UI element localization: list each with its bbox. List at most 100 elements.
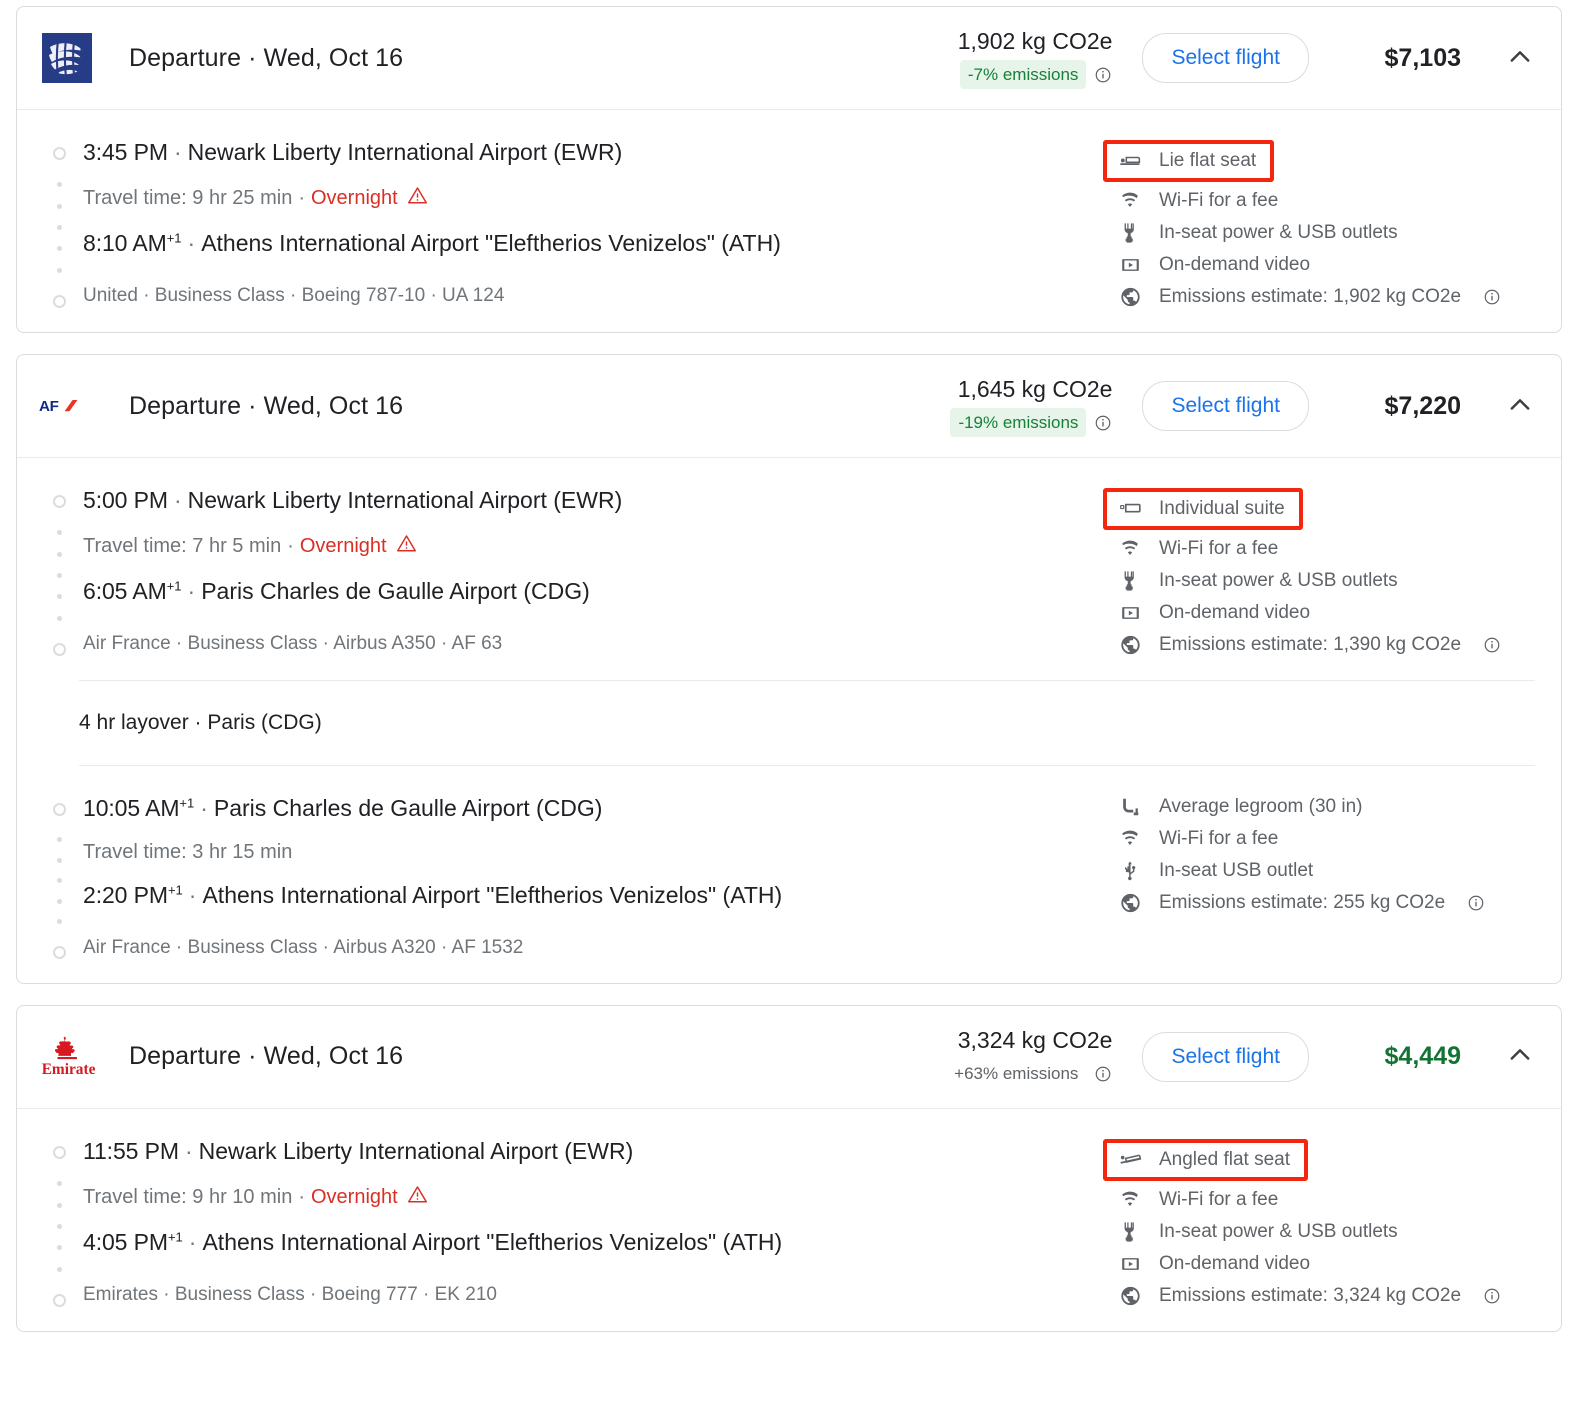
departure-time: 3:45 PM <box>83 139 168 165</box>
timeline-destination-dot <box>52 295 66 308</box>
amenity-label: Wi-Fi for a fee <box>1159 538 1279 559</box>
timeline-connector <box>56 508 62 643</box>
flight-price: $4,449 <box>1384 1042 1461 1071</box>
timeline-dot <box>56 551 62 557</box>
flight-leg: 5:00 PM · Newark Liberty International Air… <box>17 458 1561 680</box>
flight-leg: 11:55 PM · Newark Liberty International Ai… <box>17 1109 1561 1331</box>
emissions-info-icon[interactable] <box>1094 1065 1112 1083</box>
wifi-icon <box>1117 538 1143 560</box>
arrival-time: 4:05 PM <box>83 1229 168 1256</box>
travel-time: Travel time: 3 hr 15 min <box>83 841 293 864</box>
flight-card-header[interactable]: AF Departure · Wed, Oct 16 1,645 kg CO2e -1… <box>17 355 1561 458</box>
amenity-label: Emissions estimate: 1,902 kg CO2e <box>1159 286 1462 307</box>
timeline-dot <box>56 224 62 230</box>
row-separator: · <box>187 578 196 605</box>
select-flight-button[interactable]: Select flight <box>1142 33 1309 83</box>
emissions-summary: 3,324 kg CO2e +63% emissions <box>954 1026 1112 1089</box>
amenity-label: Wi-Fi for a fee <box>1159 1188 1279 1210</box>
flight-card: Departure · Wed, Oct 16 1,902 kg CO2e -7% … <box>16 6 1562 333</box>
emissions-summary: 1,645 kg CO2e -19% emissions <box>950 375 1112 438</box>
departure-title: Departure · Wed, Oct 16 <box>129 391 404 420</box>
amenity-label: Emissions estimate: 255 kg CO2e <box>1159 892 1446 913</box>
collapse-flight-button[interactable] <box>1505 1042 1535 1072</box>
timeline-origin-dot <box>52 803 66 816</box>
video-icon <box>1117 602 1143 624</box>
amenity-label: Emissions estimate: 3,324 kg CO2e <box>1159 1284 1462 1306</box>
amenity-item: On-demand video <box>1117 1253 1535 1275</box>
amenity-info-icon[interactable] <box>1467 894 1485 912</box>
emissions-detail-row: -19% emissions <box>950 408 1112 438</box>
flight-card-header[interactable]: Departure · Wed, Oct 16 1,902 kg CO2e -7% … <box>17 7 1561 110</box>
timeline-dot <box>56 898 62 904</box>
amenity-item: Individual suite <box>1103 488 1303 530</box>
arrival-row: 2:20 PM+1 · Athens International Airport "… <box>83 881 1105 910</box>
travel-time-row: Travel time: 3 hr 15 min <box>83 841 1105 864</box>
row-separator: · <box>200 795 208 821</box>
amenity-info-icon[interactable] <box>1483 636 1501 654</box>
timeline-connector <box>56 1159 62 1294</box>
row-separator: · <box>188 1229 197 1256</box>
arrival-row: 4:05 PM+1 · Athens International Airport "… <box>83 1228 1105 1257</box>
arrival-airport: Athens International Airport "Eleftherio… <box>202 1229 783 1256</box>
departure-time: 10:05 AM <box>83 795 180 821</box>
video-icon <box>1117 1253 1143 1275</box>
arrival-time: 6:05 AM <box>83 578 167 605</box>
amenity-label: Wi-Fi for a fee <box>1159 190 1279 211</box>
emissions-info-icon[interactable] <box>1094 414 1112 432</box>
overnight-warning: Overnight <box>311 185 428 212</box>
operator-details: United · Business Class · Boeing 787-10 … <box>83 284 505 306</box>
emissions-percent-badge: -19% emissions <box>950 408 1087 438</box>
timeline-connector <box>56 160 62 295</box>
leg-itinerary: 3:45 PM · Newark Liberty International Air… <box>39 138 1105 308</box>
amenity-item: Wi-Fi for a fee <box>1117 538 1535 560</box>
amenity-item: In-seat power & USB outlets <box>1117 222 1535 244</box>
angled-flat-seat-icon <box>1117 1149 1143 1171</box>
timeline-dot <box>56 267 62 273</box>
leg-amenities: Angled flat seat Wi-Fi for a fee In-seat p… <box>1103 1137 1535 1307</box>
flight-price: $7,220 <box>1384 391 1461 420</box>
select-flight-button[interactable]: Select flight <box>1142 381 1309 431</box>
flight-card-header[interactable]: Emirates Departure · Wed, Oct 16 3,324 kg … <box>17 1006 1561 1109</box>
timeline-dot <box>56 530 62 536</box>
leg-timeline <box>39 794 79 959</box>
leg-itinerary: 10:05 AM+1 · Paris Charles de Gaulle Airpo… <box>39 794 1105 959</box>
select-flight-button[interactable]: Select flight <box>1142 1031 1309 1082</box>
svg-text:Emirates: Emirates <box>42 1061 95 1078</box>
amenity-item: In-seat power & USB outlets <box>1117 1221 1535 1243</box>
leg-timeline <box>39 486 79 656</box>
timeline-origin-dot <box>52 147 66 160</box>
arrival-airport: Athens International Airport "Eleftherio… <box>202 882 783 909</box>
emissions-percent-badge: -7% emissions <box>959 60 1087 90</box>
emissions-globe-icon <box>1117 286 1143 308</box>
wifi-icon <box>1117 190 1143 212</box>
leg-amenities: Average legroom (30 in) Wi-Fi for a fee In… <box>1105 794 1535 959</box>
amenity-label: Emissions estimate: 1,390 kg CO2e <box>1159 634 1462 655</box>
leg-details: 11:55 PM · Newark Liberty International Ai… <box>79 1137 1105 1307</box>
flight-price: $7,103 <box>1384 43 1461 72</box>
amenity-item: Emissions estimate: 255 kg CO2e <box>1117 892 1535 914</box>
collapse-flight-button[interactable] <box>1505 391 1535 421</box>
timeline-dot <box>56 1266 62 1272</box>
arrival-day-offset: +1 <box>166 578 182 594</box>
amenity-info-icon[interactable] <box>1483 1287 1501 1305</box>
amenity-item: In-seat USB outlet <box>1117 860 1535 882</box>
row-separator: · <box>188 882 197 909</box>
amenity-label: Wi-Fi for a fee <box>1159 828 1279 849</box>
warning-triangle-icon <box>396 533 417 560</box>
emissions-detail-row: -7% emissions <box>959 60 1113 90</box>
collapse-flight-button[interactable] <box>1505 43 1535 73</box>
timeline-destination-dot <box>52 643 66 656</box>
travel-time-row: Travel time: 9 hr 25 min · Overnight <box>83 185 1105 212</box>
arrival-time: 2:20 PM <box>83 882 168 909</box>
emissions-total: 1,645 kg CO2e <box>957 375 1113 402</box>
amenity-label: In-seat power & USB outlets <box>1159 1220 1398 1242</box>
amenity-info-icon[interactable] <box>1483 288 1501 306</box>
row-separator: · <box>173 487 182 513</box>
emirates-logo: Emirates <box>39 1029 95 1085</box>
emissions-info-icon[interactable] <box>1094 66 1112 84</box>
chevron-up-icon <box>1506 391 1534 422</box>
leg-details: 10:05 AM+1 · Paris Charles de Gaulle Airpo… <box>79 794 1105 959</box>
timeline-origin-dot <box>52 1145 66 1159</box>
amenity-item: Average legroom (30 in) <box>1117 796 1535 818</box>
departure-time: 11:55 PM <box>83 1137 179 1164</box>
